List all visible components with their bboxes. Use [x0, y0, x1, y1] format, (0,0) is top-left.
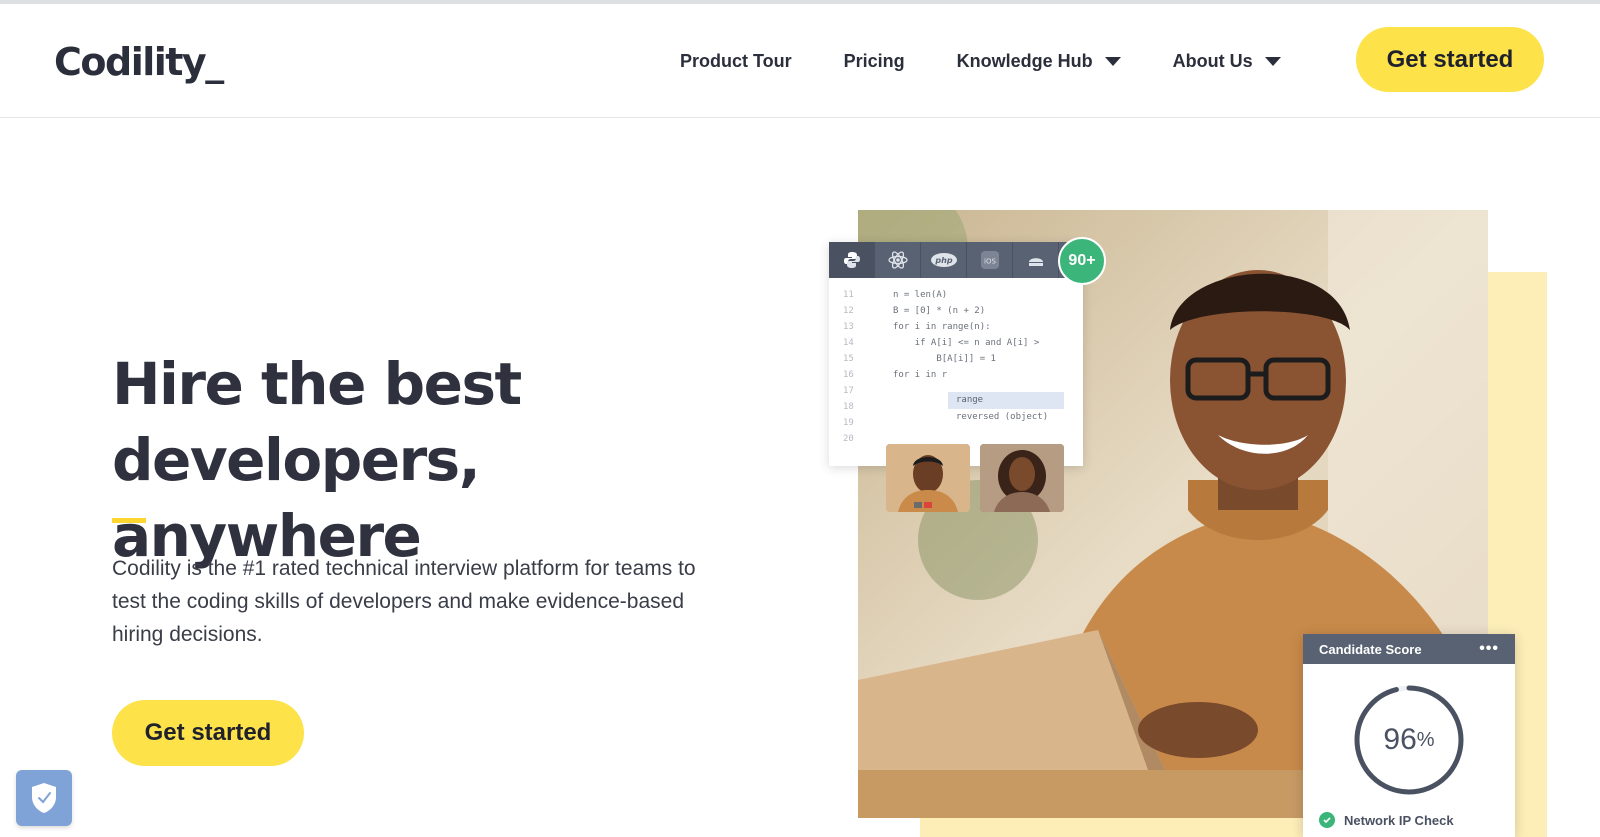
hero-accent-bar [112, 518, 146, 523]
language-tabs: php iOS [829, 242, 1083, 278]
hero-title-line2: developers, anywhere [112, 426, 481, 570]
hero-get-started-button[interactable]: Get started [112, 700, 304, 766]
nav-about-us[interactable]: About Us [1173, 51, 1281, 72]
video-participant-2 [980, 444, 1064, 512]
android-icon [1028, 258, 1043, 266]
nav-product-tour[interactable]: Product Tour [680, 51, 792, 72]
video-participant-1 [886, 444, 970, 512]
line-number: 12 [843, 306, 854, 316]
code-text: if A[i] <= n and A[i] > [893, 338, 1040, 348]
line-number: 18 [843, 402, 854, 412]
ios-icon: iOS [980, 251, 999, 269]
caret-down-icon [1104, 56, 1121, 66]
line-number: 11 [843, 290, 854, 300]
caret-down-icon [1264, 56, 1281, 66]
code-editor-card: php iOS 11 n = len(A) 12 B = [0] * (n + 2) 1… [829, 242, 1083, 466]
main-nav: Product Tour Pricing Knowledge Hub About… [680, 4, 1281, 118]
score-number: 96 [1383, 723, 1417, 756]
svg-text:php: php [934, 256, 952, 265]
network-ip-check: Network IP Check [1319, 812, 1454, 828]
php-icon: php [930, 253, 957, 267]
network-check-label: Network IP Check [1344, 812, 1454, 828]
participant-avatar [980, 444, 1064, 512]
hero-title: Hire the best developers, anywhere [112, 346, 772, 574]
codility-logo[interactable]: Codility_ [54, 40, 224, 84]
more-options-icon[interactable]: ••• [1479, 640, 1499, 658]
score-badge: 90+ [1058, 237, 1106, 285]
line-number: 19 [843, 418, 854, 428]
code-text: for i in range(n): [893, 322, 991, 332]
line-number: 16 [843, 370, 854, 380]
tab-ios[interactable]: iOS [967, 242, 1013, 278]
python-icon [843, 252, 860, 268]
code-text: for i in r [893, 370, 948, 380]
shield-check-icon [32, 783, 56, 813]
check-circle-icon [1319, 812, 1335, 828]
tab-android[interactable] [1013, 242, 1059, 278]
line-number: 20 [843, 434, 854, 444]
code-text: B[A[i]] = 1 [893, 354, 996, 364]
code-text: B = [0] * (n + 2) [893, 306, 986, 316]
site-header: Codility_ Product Tour Pricing Knowledge… [0, 4, 1600, 118]
hero-description: Codility is the #1 rated technical inter… [112, 557, 696, 646]
candidate-score-card: Candidate Score ••• 96% Network IP Check [1303, 634, 1515, 837]
line-number: 17 [843, 386, 854, 396]
svg-text:iOS: iOS [984, 258, 996, 266]
code-text: n = len(A) [893, 290, 948, 300]
nav-pricing[interactable]: Pricing [844, 51, 905, 72]
react-icon [887, 251, 908, 269]
header-get-started-button[interactable]: Get started [1356, 27, 1544, 92]
tab-python[interactable] [829, 242, 875, 278]
nav-label: Pricing [843, 50, 905, 71]
nav-label: Product Tour [680, 50, 792, 71]
privacy-shield-button[interactable] [16, 770, 72, 826]
participant-avatar [886, 444, 970, 512]
score-value: 96% [1351, 682, 1467, 798]
nav-label: Knowledge Hub [956, 50, 1093, 71]
line-number: 13 [843, 322, 854, 332]
autocomplete-dropdown: range reversed (object) [948, 392, 1064, 428]
score-card-header: Candidate Score ••• [1303, 634, 1515, 664]
line-number: 14 [843, 338, 854, 348]
line-number: 15 [843, 354, 854, 364]
tab-php[interactable]: php [921, 242, 967, 278]
suggestion-item[interactable]: reversed (object) [948, 409, 1064, 426]
nav-knowledge-hub[interactable]: Knowledge Hub [957, 51, 1121, 72]
suggestion-item[interactable]: range [948, 392, 1064, 409]
nav-label: About Us [1172, 50, 1253, 71]
score-unit: % [1416, 728, 1435, 751]
score-card-title: Candidate Score [1319, 641, 1422, 657]
hero-title-line1: Hire the best [112, 350, 522, 418]
tab-react[interactable] [875, 242, 921, 278]
